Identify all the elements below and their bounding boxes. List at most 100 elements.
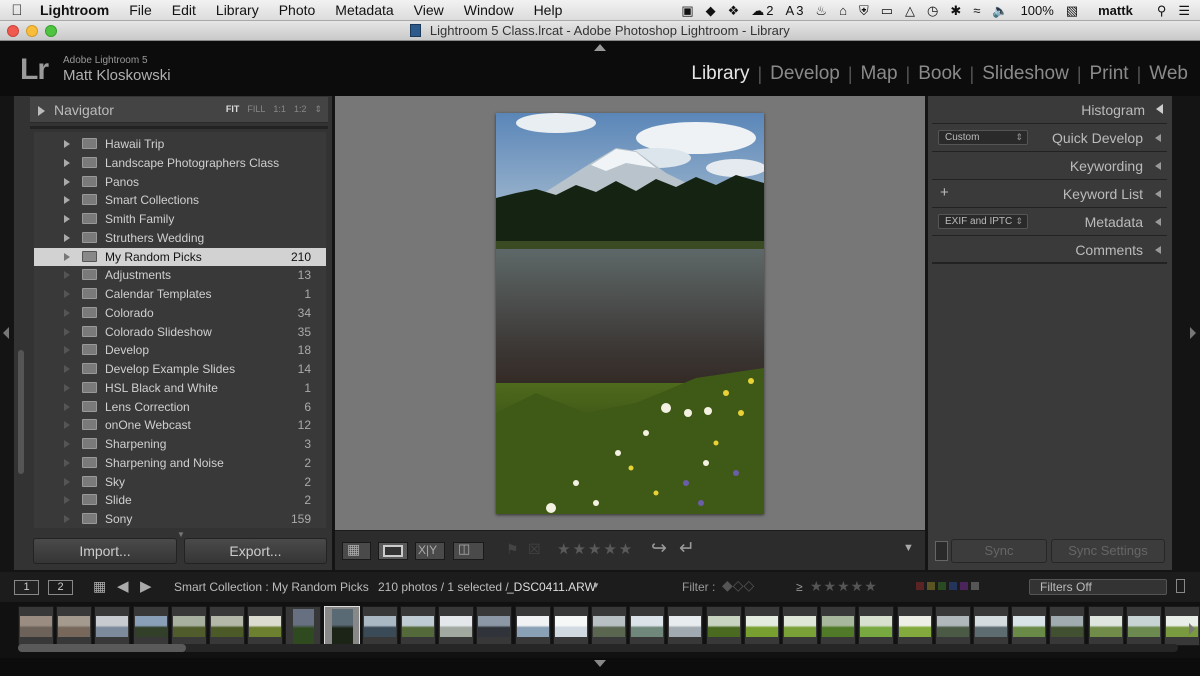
battery-icon[interactable]: ▧ <box>1066 3 1078 19</box>
blue-label-swatch[interactable] <box>949 582 957 590</box>
disclosure-triangle-icon[interactable] <box>64 215 70 223</box>
filmstrip-thumbnail[interactable] <box>515 606 551 646</box>
menu-user-name[interactable]: mattk <box>1098 3 1133 18</box>
auto-sync-switch[interactable] <box>935 541 948 561</box>
flag-reject-icon[interactable]: ☒ <box>528 541 541 558</box>
menu-file[interactable]: File <box>119 2 162 18</box>
zoom-1-2[interactable]: 1:2 <box>294 104 307 115</box>
camera-icon[interactable]: ▣ <box>681 3 693 19</box>
menu-window[interactable]: Window <box>454 2 524 18</box>
rotate-left-icon[interactable]: ↪ <box>651 537 667 560</box>
filmstrip-thumbnail[interactable] <box>629 606 665 646</box>
collection-set-row[interactable]: Panos <box>34 173 326 191</box>
collection-row[interactable]: My Random Picks 210 <box>34 248 326 266</box>
histogram-panel-header[interactable]: Histogram <box>932 96 1167 124</box>
comments-expand-icon[interactable] <box>1155 246 1161 254</box>
zoom-menu-icon[interactable]: ⇕ <box>314 104 322 115</box>
yellow-label-swatch[interactable] <box>927 582 935 590</box>
filmstrip-thumbnail[interactable] <box>553 606 589 646</box>
collection-row[interactable]: Lens Correction 6 <box>34 398 326 416</box>
home-icon[interactable]: ⌂ <box>839 3 847 18</box>
filmstrip-thumbnail[interactable] <box>94 606 130 646</box>
secondary-window-button[interactable]: 2 <box>48 580 73 595</box>
time-machine-icon[interactable]: ◷ <box>927 3 938 19</box>
shield-icon[interactable]: ⛨ <box>859 3 869 19</box>
top-panel-toggle-arrow[interactable] <box>594 44 606 51</box>
collection-row[interactable]: HSL Black and White 1 <box>34 379 326 397</box>
module-develop[interactable]: Develop <box>762 63 848 85</box>
filmstrip-thumbnail[interactable] <box>973 606 1009 646</box>
gray-label-swatch[interactable] <box>971 582 979 590</box>
sync-settings-button[interactable]: Sync Settings <box>1051 539 1165 563</box>
zoom-fill[interactable]: FILL <box>247 104 265 115</box>
filmstrip-thumbnail[interactable] <box>438 606 474 646</box>
wifi-icon[interactable]: ≈ <box>973 3 980 18</box>
menu-app-name[interactable]: Lightroom <box>34 2 119 18</box>
filter-lock-icon[interactable] <box>1176 579 1185 593</box>
menu-view[interactable]: View <box>404 2 454 18</box>
filmstrip-thumbnail[interactable] <box>706 606 742 646</box>
collection-row[interactable]: Sony 159 <box>34 510 326 528</box>
filmstrip-scroll-right-arrow[interactable] <box>1189 623 1195 635</box>
collection-set-row[interactable]: Landscape Photographers Class <box>34 154 326 172</box>
volume-icon[interactable]: 🔈 <box>992 3 1008 19</box>
filmstrip-scrollbar[interactable] <box>18 644 186 652</box>
filmstrip-thumbnail[interactable] <box>782 606 818 646</box>
purple-label-swatch[interactable] <box>960 582 968 590</box>
main-photo[interactable] <box>496 113 764 514</box>
notification-center-icon[interactable]: ☰ <box>1178 3 1190 19</box>
evernote-icon[interactable]: ◆ <box>706 3 716 19</box>
menu-library[interactable]: Library <box>206 2 269 18</box>
collection-row[interactable]: onOne Webcast 12 <box>34 416 326 434</box>
rating-filter-stars[interactable]: ★★★★★ <box>810 578 878 595</box>
minimize-window-button[interactable] <box>26 25 38 37</box>
bluetooth-icon[interactable]: ✱ <box>950 3 961 19</box>
import-button[interactable]: Import... <box>33 538 177 564</box>
filmstrip-thumbnail[interactable] <box>324 606 360 646</box>
metadata-preset-dropdown[interactable]: EXIF and IPTC <box>938 214 1028 229</box>
collection-row[interactable]: Sky 2 <box>34 473 326 491</box>
source-path[interactable]: Smart Collection : My Random Picks <box>174 580 369 594</box>
adobe-icon[interactable]: A <box>786 3 795 18</box>
star-rating[interactable]: ★★★★★ <box>557 540 634 558</box>
collection-row[interactable]: Develop Example Slides 14 <box>34 360 326 378</box>
add-keyword-icon[interactable]: + <box>940 184 949 201</box>
airplay-icon[interactable]: △ <box>905 3 915 19</box>
module-library[interactable]: Library <box>683 63 757 85</box>
red-label-swatch[interactable] <box>916 582 924 590</box>
filmstrip-thumbnail[interactable] <box>285 606 321 646</box>
filters-off-dropdown[interactable]: Filters Off <box>1029 579 1167 595</box>
filmstrip-thumbnail[interactable] <box>1011 606 1047 646</box>
collection-set-row[interactable]: Struthers Wedding <box>34 229 326 247</box>
filmstrip-thumbnail[interactable] <box>56 606 92 646</box>
menu-metadata[interactable]: Metadata <box>325 2 403 18</box>
dropbox-icon[interactable]: ❖ <box>728 3 740 19</box>
collection-row[interactable]: Colorado Slideshow 35 <box>34 323 326 341</box>
collection-row[interactable]: Sharpening 3 <box>34 435 326 453</box>
notification-bell-icon[interactable]: ♨ <box>815 3 827 19</box>
filmstrip-thumbnail[interactable] <box>209 606 245 646</box>
color-label-filter[interactable] <box>916 582 979 590</box>
filmstrip-thumbnail[interactable] <box>400 606 436 646</box>
module-book[interactable]: Book <box>910 63 969 85</box>
apple-icon[interactable]:  <box>0 2 34 19</box>
collection-set-row[interactable]: Smith Family <box>34 210 326 228</box>
left-panel-toggle-arrow[interactable] <box>3 327 9 339</box>
menu-photo[interactable]: Photo <box>269 2 326 18</box>
navigator-expand-icon[interactable] <box>38 106 45 116</box>
disclosure-triangle-icon[interactable] <box>64 234 70 242</box>
disclosure-triangle-icon[interactable] <box>64 178 70 186</box>
forward-arrow-icon[interactable]: ▶ <box>140 577 152 595</box>
quick-develop-expand-icon[interactable] <box>1155 134 1161 142</box>
export-button[interactable]: Export... <box>184 538 327 564</box>
module-web[interactable]: Web <box>1141 63 1188 85</box>
filmstrip-thumbnail[interactable] <box>744 606 780 646</box>
keyword-list-expand-icon[interactable] <box>1155 190 1161 198</box>
collection-row[interactable]: Calendar Templates 1 <box>34 285 326 303</box>
filmstrip-thumbnail[interactable] <box>18 606 54 646</box>
keyword-list-panel-header[interactable]: + Keyword List <box>932 180 1167 208</box>
grid-thumbnails-icon[interactable]: ▦ <box>93 578 106 595</box>
filmstrip-thumbnail[interactable] <box>820 606 856 646</box>
filmstrip-thumbnail[interactable] <box>897 606 933 646</box>
collection-set-row[interactable]: Smart Collections <box>34 191 326 209</box>
